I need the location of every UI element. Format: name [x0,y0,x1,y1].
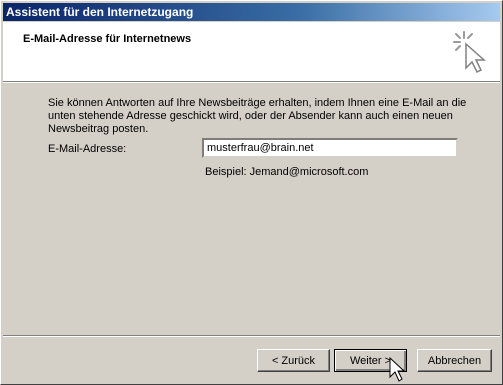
header-separator [3,82,500,83]
page-title: E-Mail-Adresse für Internetnews [23,33,192,45]
email-example: Beispiel: Jemand@microsoft.com [205,166,369,178]
email-input[interactable] [202,138,458,158]
wizard-header: E-Mail-Adresse für Internetnews [3,22,500,82]
footer-separator [3,335,500,337]
mouse-cursor-icon [389,357,405,382]
title-bar[interactable]: Assistent für den Internetzugang [3,3,500,21]
back-button[interactable]: < Zurück [257,349,330,372]
wizard-sparkle-cursor-icon [453,31,486,74]
cancel-button[interactable]: Abbrechen [417,349,492,372]
email-label: E-Mail-Adresse: [48,143,127,155]
window-title: Assistent für den Internetzugang [6,5,194,19]
description-text: Sie können Antworten auf Ihre Newsbeiträ… [48,97,467,135]
wizard-window: Assistent für den Internetzugang E-Mail-… [0,0,503,385]
